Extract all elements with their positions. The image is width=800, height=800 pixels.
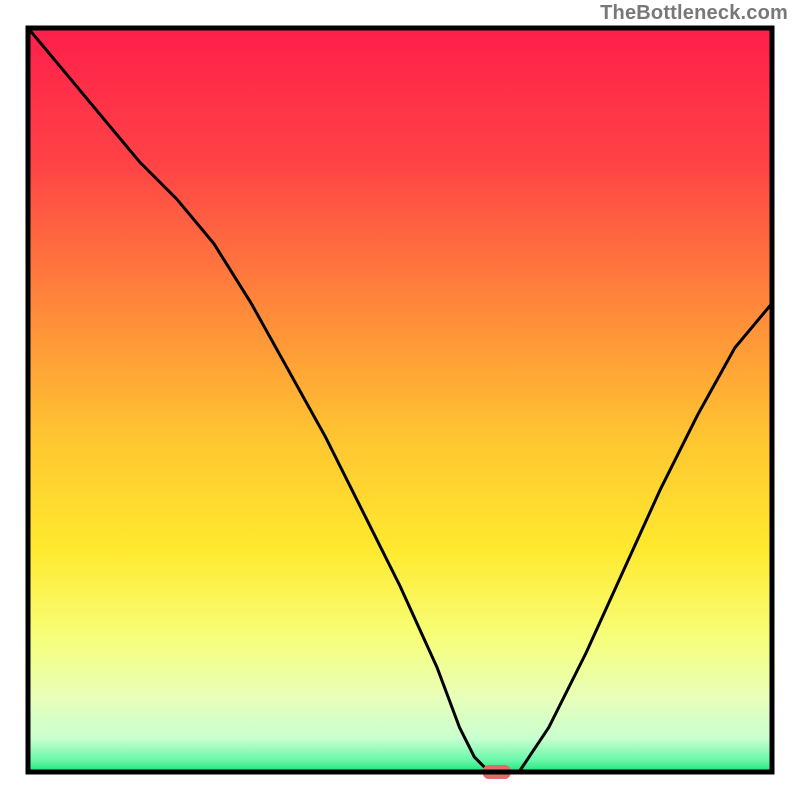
watermark-text: TheBottleneck.com xyxy=(600,2,788,25)
chart-container: TheBottleneck.com xyxy=(0,0,800,800)
plot-background xyxy=(28,28,772,772)
bottleneck-chart xyxy=(0,0,800,800)
